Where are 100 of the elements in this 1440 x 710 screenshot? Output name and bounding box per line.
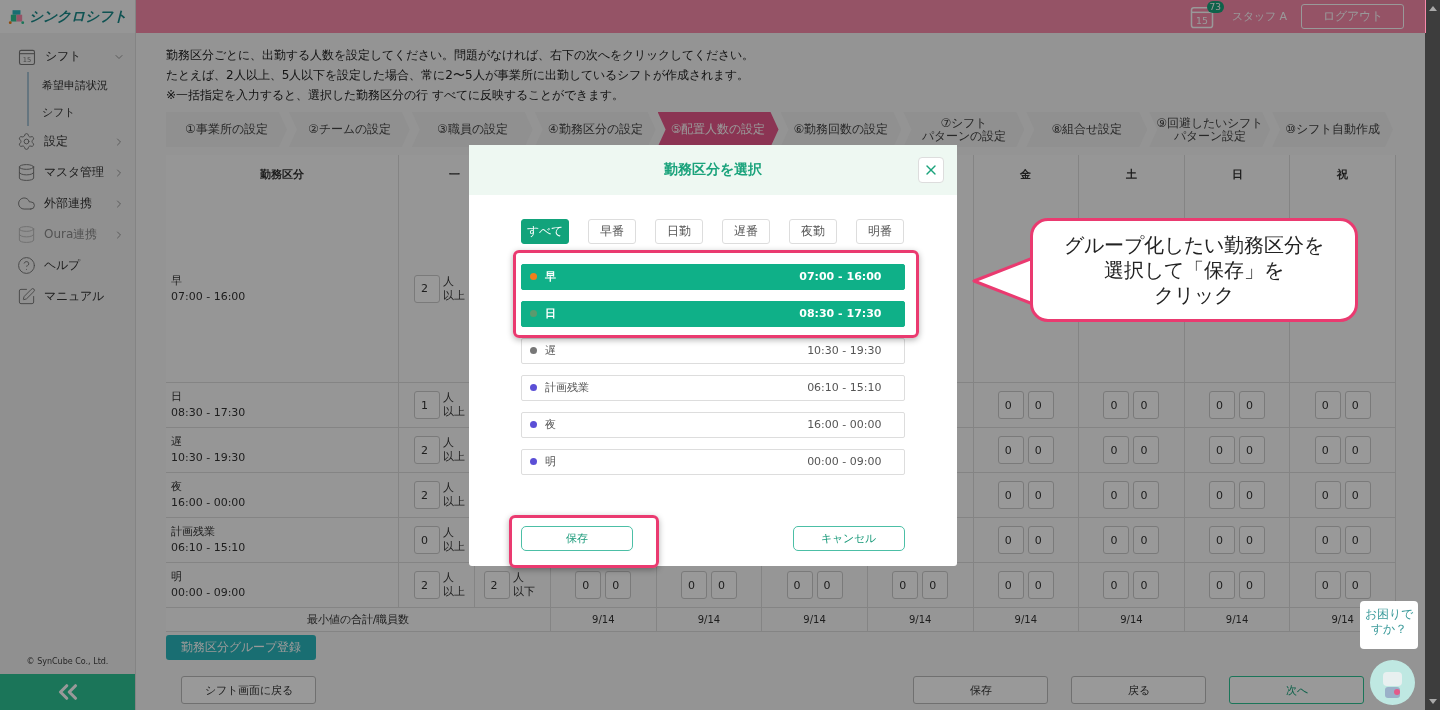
number-field[interactable]: 0 [1027, 436, 1054, 464]
number-field[interactable]: 0 [997, 391, 1024, 419]
number-field[interactable]: 0 [1133, 436, 1160, 464]
number-field[interactable]: 0 [1239, 436, 1266, 464]
number-field[interactable]: 0 [1027, 571, 1054, 599]
number-field[interactable]: 0 [1344, 526, 1371, 554]
number-field[interactable]: 0 [1133, 481, 1160, 509]
number-field[interactable]: 2 [483, 571, 510, 599]
total-label: 最小値の合計/職員数 [166, 608, 551, 631]
number-field[interactable]: 0 [922, 571, 949, 599]
filter-chip[interactable]: すべて [520, 218, 569, 244]
save-button[interactable]: 保存 [913, 676, 1048, 704]
number-field[interactable]: 0 [1209, 436, 1236, 464]
filter-chip[interactable]: 早番 [587, 218, 636, 244]
scroll-down-icon[interactable] [1428, 699, 1437, 704]
number-field[interactable]: 2 [414, 571, 440, 599]
number-field[interactable]: 0 [1314, 436, 1341, 464]
filter-chip[interactable]: 明番 [856, 218, 905, 244]
wizard-step[interactable]: ④勤務区分の設定 [534, 112, 656, 147]
number-field[interactable]: 0 [1239, 391, 1266, 419]
number-field[interactable]: 0 [680, 571, 707, 599]
cancel-button[interactable]: キャンセル [792, 525, 905, 551]
number-field[interactable]: 0 [892, 571, 919, 599]
robot-avatar[interactable] [1370, 660, 1415, 705]
number-field[interactable]: 0 [1314, 526, 1341, 554]
shift-option[interactable]: 計画残業 06:10 - 15:10 [520, 374, 905, 401]
filter-chip[interactable]: 夜勤 [789, 218, 838, 244]
sidebar-item[interactable]: ヘルプ [0, 250, 135, 281]
number-field[interactable]: 0 [1027, 391, 1054, 419]
number-field[interactable]: 0 [1239, 481, 1266, 509]
number-field[interactable]: 0 [1133, 571, 1160, 599]
instruction-text: たとえば、2人以上、5人以下を設定した場合、常に2〜5人が事業所に出勤しているシフトが作成されます。 [166, 67, 750, 84]
sidebar-item[interactable]: マニュアル [0, 281, 135, 312]
sidebar-subitem[interactable]: 希望申請状況 [42, 72, 135, 99]
shift-name: 早 [171, 272, 183, 289]
number-field[interactable]: 0 [1239, 526, 1266, 554]
shift-option[interactable]: 夜 16:00 - 00:00 [520, 411, 905, 438]
number-field[interactable]: 0 [997, 526, 1024, 554]
help-icon [17, 256, 36, 275]
wizard-step[interactable]: ③職員の設定 [411, 112, 533, 147]
number-field[interactable]: 0 [1239, 571, 1266, 599]
number-field[interactable]: 0 [1133, 526, 1160, 554]
number-field[interactable]: 0 [1027, 526, 1054, 554]
number-field[interactable]: 0 [1103, 526, 1130, 554]
number-field[interactable]: 1 [414, 391, 440, 419]
number-field[interactable]: 0 [1103, 391, 1130, 419]
number-field[interactable]: 0 [710, 571, 737, 599]
number-field[interactable]: 0 [1103, 436, 1130, 464]
sidebar-item[interactable]: 外部連携 [0, 188, 135, 219]
number-field[interactable]: 0 [1314, 391, 1341, 419]
number-field[interactable]: 0 [1314, 571, 1341, 599]
number-field[interactable]: 0 [997, 481, 1024, 509]
shift-name: 日 [171, 389, 183, 405]
filter-chip[interactable]: 日勤 [654, 218, 703, 244]
sidebar-item[interactable]: 設定 [0, 126, 135, 157]
number-field[interactable]: 0 [997, 571, 1024, 599]
sidebar-subitem[interactable]: シフト [42, 99, 135, 126]
wizard-step[interactable]: ⑥勤務回数の設定 [780, 112, 902, 147]
wizard-step[interactable]: ⑧組合せ設定 [1026, 112, 1148, 147]
number-field[interactable]: 0 [1209, 391, 1236, 419]
number-field[interactable]: 0 [575, 571, 602, 599]
number-field[interactable]: 0 [997, 436, 1024, 464]
number-field[interactable]: 0 [414, 526, 440, 554]
number-field[interactable]: 0 [1344, 436, 1371, 464]
number-field[interactable]: 0 [1344, 391, 1371, 419]
wizard-step[interactable]: ②チームの設定 [288, 112, 410, 147]
number-field[interactable]: 0 [1314, 481, 1341, 509]
help-bubble[interactable]: お困りですか？ [1360, 601, 1418, 649]
shift-option[interactable]: 遅 10:30 - 19:30 [520, 337, 905, 364]
close-button[interactable] [917, 156, 944, 183]
wizard-step[interactable]: ①事業所の設定 [166, 112, 287, 147]
wizard-step[interactable]: ⑨回避したいシフト パターン設定 [1149, 112, 1271, 147]
number-field[interactable]: 0 [1209, 526, 1236, 554]
number-field[interactable]: 2 [414, 481, 440, 509]
number-field[interactable]: 2 [414, 274, 440, 303]
number-field[interactable]: 2 [414, 436, 440, 464]
sidebar-item[interactable]: マスタ管理 [0, 157, 135, 188]
shift-option[interactable]: 明 00:00 - 09:00 [520, 448, 905, 475]
wizard-step[interactable]: ⑦シフト パターンの設定 [903, 112, 1025, 147]
number-field[interactable]: 0 [1103, 571, 1130, 599]
scroll-up-icon[interactable] [1428, 6, 1437, 11]
shift-name: 夜 [171, 479, 183, 495]
number-field[interactable]: 0 [1103, 481, 1130, 509]
collapse-sidebar-button[interactable] [0, 674, 135, 710]
shift-time: 07:00 - 16:00 [171, 288, 247, 305]
back-to-shift-button[interactable]: シフト画面に戻る [181, 676, 316, 704]
scrollbar[interactable] [1425, 0, 1440, 710]
number-field[interactable]: 0 [1027, 481, 1054, 509]
number-field[interactable]: 0 [605, 571, 632, 599]
filter-chip[interactable]: 遅番 [722, 218, 771, 244]
number-field[interactable]: 0 [816, 571, 843, 599]
number-field[interactable]: 0 [1344, 481, 1371, 509]
wizard-step[interactable]: ⑩シフト自動作成 [1272, 112, 1394, 147]
number-field[interactable]: 0 [1133, 391, 1160, 419]
number-field[interactable]: 0 [786, 571, 813, 599]
back-button[interactable]: 戻る [1071, 676, 1206, 704]
number-field[interactable]: 0 [1209, 481, 1236, 509]
number-field[interactable]: 0 [1209, 571, 1236, 599]
dialog-save-button[interactable]: 保存 [520, 525, 633, 551]
number-field[interactable]: 0 [1344, 571, 1371, 599]
